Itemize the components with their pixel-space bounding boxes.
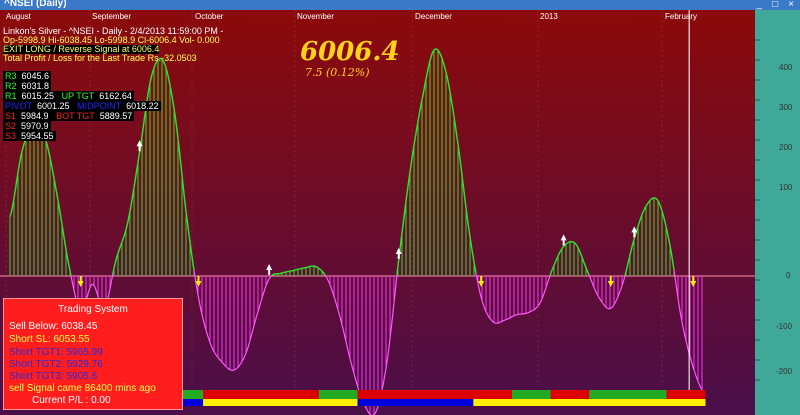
signal-age: sell Signal came 86400 mins ago [9, 383, 156, 394]
sell-below: Sell Below: 6038.45 [9, 321, 98, 332]
y-tick-label: -200 [776, 367, 793, 376]
trend-bar-lower [666, 399, 706, 406]
y-tick-label: 0 [786, 271, 791, 280]
trend-bar-upper [357, 390, 397, 399]
trend-bar-lower [318, 399, 358, 406]
level-s1: S1 5984.9 BOT TGT 5889.57 [3, 111, 135, 121]
month-label: December [415, 12, 452, 21]
y-tick-label: -100 [776, 322, 793, 331]
trend-bar-lower [280, 399, 320, 406]
current-pl: Current P/L : 0.00 [32, 395, 111, 406]
last-price: 6006.4 [300, 37, 400, 67]
level-r2: R2 6031.8 [3, 81, 52, 91]
month-label: August [6, 12, 31, 21]
minimize-button[interactable]: _ [757, 0, 763, 10]
trend-bar-upper [511, 390, 552, 399]
short-tgt2: Short TGT2: 5929.76 [9, 359, 103, 370]
window-title: ^NSEI (Daily) [4, 0, 67, 9]
trend-bar-upper [318, 390, 358, 399]
level-r1: R1 6015.25 UP TGT 6162.64 [3, 91, 134, 101]
month-label: September [92, 12, 132, 21]
trend-bar-upper [666, 390, 706, 399]
level-pivot: PIVOT 6001.25 MIDPOINT 6018.22 [3, 101, 161, 111]
trend-bar-upper [627, 390, 667, 399]
trend-bar-upper [241, 390, 281, 399]
chart-window: ^NSEI (Daily) _ □ × August September Oct… [0, 0, 800, 415]
trend-bar-upper [434, 390, 474, 399]
short-sl: Short SL: 6053.55 [9, 334, 90, 345]
month-label: February [665, 12, 698, 21]
y-axis-panel [755, 10, 800, 415]
price-change: 7.5 (0.12%) [305, 66, 370, 79]
trading-system-panel: Trading System Sell Below: 6038.45 Short… [3, 298, 183, 410]
short-tgt1: Short TGT1: 5965.99 [9, 347, 103, 358]
y-tick-label: 200 [779, 143, 793, 152]
month-label: October [195, 12, 224, 21]
trend-bar-lower [241, 399, 281, 406]
trend-bar-upper [203, 390, 243, 399]
trend-bar-upper [280, 390, 320, 399]
trend-bar-lower [550, 399, 590, 406]
close-button[interactable]: × [788, 0, 794, 10]
maximize-button[interactable]: □ [772, 0, 778, 10]
trend-bar-lower [473, 399, 513, 406]
trend-bar-upper [589, 390, 629, 399]
level-r3: R3 6045.6 [3, 71, 52, 81]
y-tick-label: 100 [779, 183, 793, 192]
trend-bar-lower [511, 399, 552, 406]
y-tick-label: 400 [779, 63, 793, 72]
short-tgt3: Short TGT3: 5905.6 [9, 371, 98, 382]
trading-system-title: Trading System [58, 304, 128, 315]
level-s3: S3 5954.55 [3, 131, 56, 141]
trend-bar-upper [396, 390, 436, 399]
y-tick-label: 300 [779, 103, 793, 112]
trend-bar-upper [550, 390, 590, 399]
trend-bar-lower [203, 399, 243, 406]
trend-bar-lower [357, 399, 397, 406]
header-line-4: Total Profit / Loss for the Last Trade R… [3, 53, 197, 63]
trend-bar-lower [589, 399, 629, 406]
title-bar: ^NSEI (Daily) _ □ × [0, 0, 800, 10]
trend-bar-lower [434, 399, 474, 406]
trend-bar-lower [627, 399, 667, 406]
level-s2: S2 5970.9 [3, 121, 51, 131]
month-label: 2013 [540, 12, 558, 21]
month-label: November [297, 12, 334, 21]
trend-bar-lower [396, 399, 436, 406]
trend-bar-upper [473, 390, 513, 399]
